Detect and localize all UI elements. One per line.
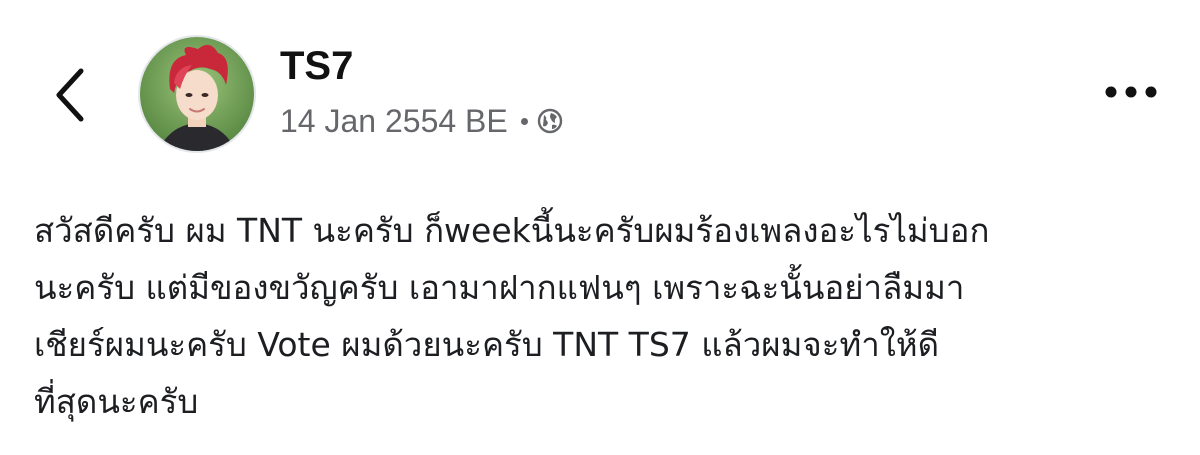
post-text-line: นะครับ แต่มีของขวัญครับ เอามาฝากแฟนๆ เพร… — [34, 268, 965, 307]
post-body: สวัสดีครับ ผม TNT นะครับ ก็weekนี้นะครับ… — [0, 0, 1200, 455]
post-text-line: ที่สุดนะครับ — [34, 382, 199, 421]
post-text-line: สวัสดีครับ ผม TNT นะครับ ก็weekนี้นะครับ… — [34, 211, 990, 250]
post-text-line: เชียร์ผมนะครับ Vote ผมด้วยนะครับ TNT TS7… — [34, 325, 940, 364]
